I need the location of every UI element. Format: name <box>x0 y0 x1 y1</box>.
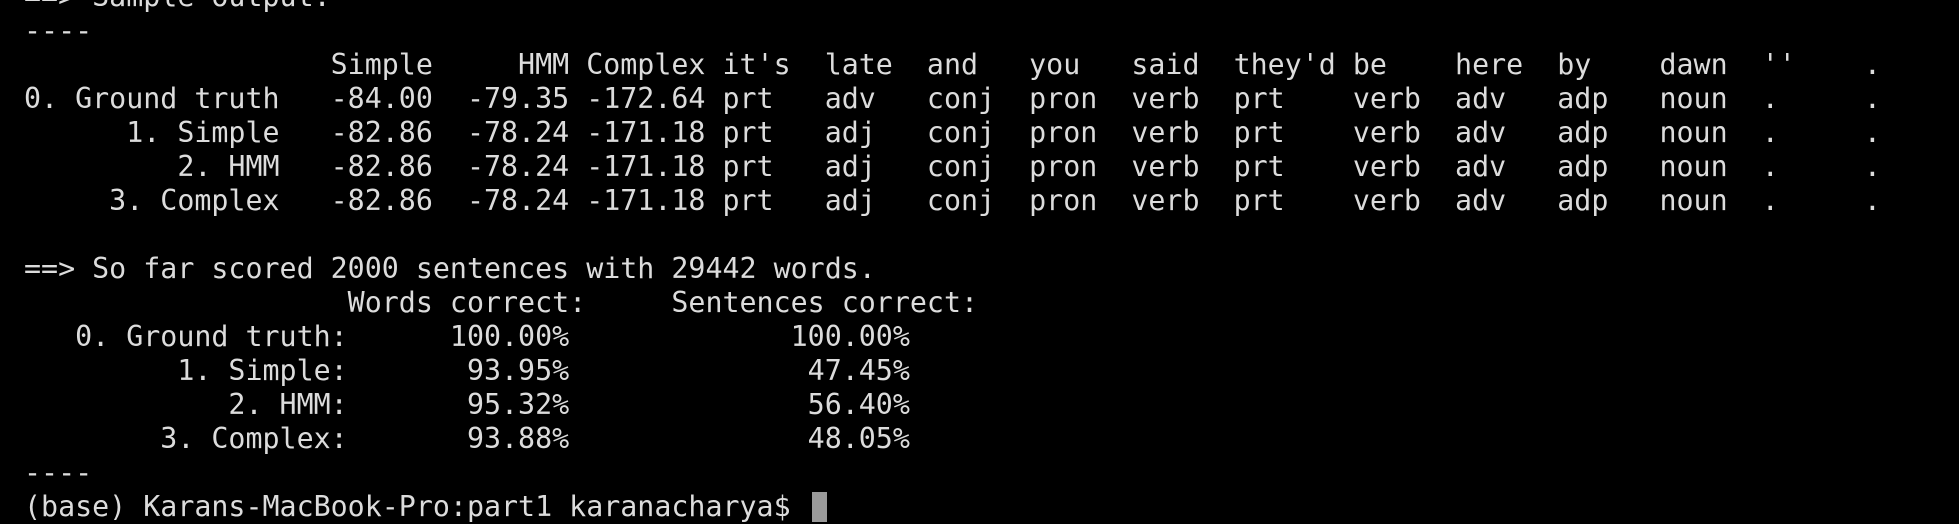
score-table-header: Words correct: Sentences correct: <box>24 286 979 319</box>
tag-table-row-hmm: 2. HMM -82.86 -78.24 -171.18 prt adj con… <box>24 150 1881 183</box>
score-summary-line: ==> So far scored 2000 sentences with 29… <box>24 252 876 285</box>
score-row-complex: 3. Complex: 93.88% 48.05% <box>24 422 910 455</box>
prompt-line[interactable]: (base) Karans-MacBook-Pro:part1 karanach… <box>24 490 1944 524</box>
tag-table-row-simple: 1. Simple -82.86 -78.24 -171.18 prt adj … <box>24 116 1881 149</box>
terminal-window[interactable]: ==> Sample output: ---- Simple HMM Compl… <box>24 0 1944 523</box>
tag-table-row-complex: 3. Complex -82.86 -78.24 -171.18 prt adj… <box>24 184 1881 217</box>
output-line: ==> Sample output: <box>24 0 1944 14</box>
shell-prompt: (base) Karans-MacBook-Pro:part1 karanach… <box>24 490 808 523</box>
score-row-simple: 1. Simple: 93.95% 47.45% <box>24 354 910 387</box>
tag-table-row-ground-truth: 0. Ground truth -84.00 -79.35 -172.64 pr… <box>24 82 1881 115</box>
text-cursor <box>811 492 827 522</box>
tag-table-header: Simple HMM Complex it's late and you sai… <box>24 48 1881 81</box>
separator-line: ---- <box>24 14 93 47</box>
separator-line: ---- <box>24 456 93 489</box>
score-row-ground-truth: 0. Ground truth: 100.00% 100.00% <box>24 320 910 353</box>
score-row-hmm: 2. HMM: 95.32% 56.40% <box>24 388 910 421</box>
